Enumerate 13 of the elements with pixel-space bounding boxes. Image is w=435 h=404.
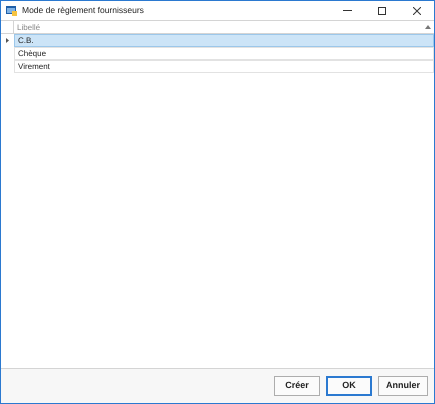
app-icon	[6, 6, 17, 16]
maximize-icon	[378, 6, 386, 14]
minimize-icon	[342, 10, 352, 11]
dialog-button[interactable]: Créer	[274, 376, 320, 396]
table-cell[interactable]: Virement	[14, 60, 434, 73]
column-header[interactable]: Libellé	[14, 21, 434, 33]
close-icon	[413, 6, 421, 14]
dialog-button[interactable]: Annuler	[378, 376, 428, 396]
table-cell[interactable]: C.B.	[14, 34, 434, 47]
table-cell[interactable]: Chèque	[14, 47, 434, 60]
dialog-button[interactable]: OK	[326, 376, 372, 396]
window-title: Mode de règlement fournisseurs	[22, 4, 144, 17]
scroll-up-icon[interactable]	[425, 25, 431, 29]
